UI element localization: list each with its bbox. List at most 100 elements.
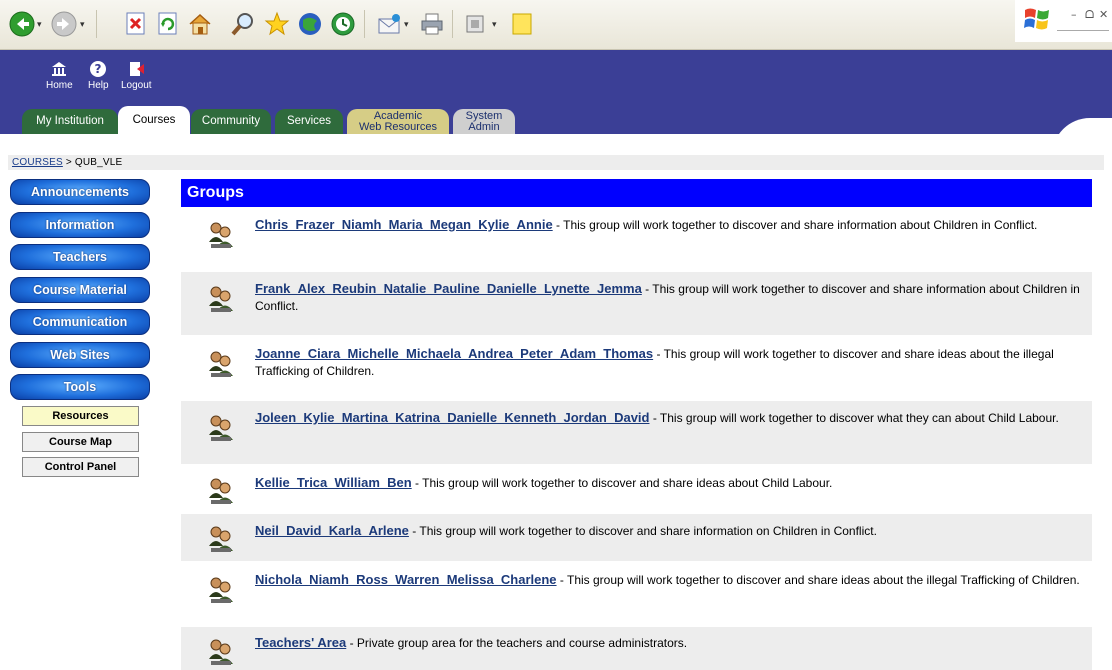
nav-help-label: Help [88, 80, 109, 91]
back-icon[interactable] [8, 10, 36, 38]
mail-dropdown-icon[interactable]: ▾ [404, 20, 409, 30]
header-curve [0, 118, 1112, 156]
tab-system-line2: Admin [468, 120, 500, 133]
close-icon[interactable]: ✕ [1099, 8, 1108, 21]
logout-icon [130, 62, 145, 76]
group-link[interactable]: Teachers' Area [255, 635, 346, 650]
breadcrumb-current: QUB_VLE [74, 157, 123, 168]
media-icon[interactable] [296, 10, 324, 38]
group-text: Joleen_Kylie_Martina_Katrina_Danielle_Ke… [255, 409, 1084, 427]
group-people-icon [206, 413, 236, 441]
institution-icon [52, 62, 67, 76]
groups-header: Groups [181, 179, 1092, 207]
group-description: - This group will work together to disco… [408, 524, 877, 538]
browser-toolbar: ▾ ▾ ▾ ▾ – ᗝ ✕ [0, 0, 1112, 50]
tab-services[interactable]: Services [275, 109, 343, 134]
mail-icon[interactable] [375, 10, 403, 38]
restore-icon[interactable]: ᗝ [1085, 8, 1094, 22]
group-row: Frank_Alex_Reubin_Natalie_Pauline_Daniel… [181, 272, 1092, 335]
tab-academic-line1: Academic [373, 109, 423, 122]
group-people-icon [206, 349, 236, 377]
tab-academic-web-resources[interactable]: Academic Web Resources [347, 109, 449, 134]
tab-community[interactable]: Community [191, 109, 271, 134]
edit-icon[interactable] [461, 10, 489, 38]
group-row: Joanne_Ciara_Michelle_Michaela_Andrea_Pe… [181, 337, 1092, 399]
tab-academic-line2: Web Resources [358, 120, 438, 133]
nav-home-label: Home [46, 80, 73, 91]
home-icon[interactable] [186, 10, 214, 38]
group-text: Chris_Frazer_Niamh_Maria_Megan_Kylie_Ann… [255, 216, 1084, 234]
stop-icon[interactable] [122, 10, 150, 38]
group-link[interactable]: Frank_Alex_Reubin_Natalie_Pauline_Daniel… [255, 281, 642, 296]
group-people-icon [206, 524, 236, 552]
menu-course-material[interactable]: Course Material [10, 277, 150, 303]
group-link[interactable]: Joleen_Kylie_Martina_Katrina_Danielle_Ke… [255, 410, 649, 425]
windows-logo-icon [1024, 8, 1049, 30]
menu-tools[interactable]: Tools [10, 374, 150, 400]
breadcrumb-courses-link[interactable]: COURSES [12, 157, 63, 168]
minimize-icon[interactable]: – [1071, 8, 1077, 21]
menu-information[interactable]: Information [10, 212, 150, 238]
nav-logout[interactable]: Logout [121, 60, 152, 91]
tab-courses[interactable]: Courses [118, 106, 190, 134]
group-link[interactable]: Joanne_Ciara_Michelle_Michaela_Andrea_Pe… [255, 346, 653, 361]
tab-system-admin[interactable]: System Admin [453, 109, 515, 134]
window-divider [1057, 30, 1109, 31]
group-description: - This group will work together to disco… [556, 573, 1080, 587]
edit-dropdown-icon[interactable]: ▾ [492, 20, 497, 30]
group-row: Kellie_Trica_William_Ben - This group wi… [181, 466, 1092, 512]
group-row: Neil_David_Karla_Arlene - This group wil… [181, 514, 1092, 561]
tab-system-line1: System [465, 109, 503, 122]
tab-my-institution[interactable]: My Institution [22, 109, 118, 134]
group-link[interactable]: Nichola_Niamh_Ross_Warren_Melissa_Charle… [255, 572, 557, 587]
group-text: Kellie_Trica_William_Ben - This group wi… [255, 474, 1084, 492]
group-people-icon [206, 284, 236, 312]
group-description: - This group will work together to disco… [649, 411, 1059, 425]
nav-home[interactable]: Home [46, 60, 73, 91]
print-icon[interactable] [418, 10, 446, 38]
group-description: - This group will work together to disco… [552, 218, 1038, 232]
note-icon[interactable] [508, 10, 536, 38]
toolbar-separator [452, 10, 453, 38]
favorites-icon[interactable] [263, 10, 291, 38]
breadcrumb-bar [8, 155, 1104, 170]
group-row: Joleen_Kylie_Martina_Katrina_Danielle_Ke… [181, 401, 1092, 464]
search-icon[interactable] [229, 10, 257, 38]
toolbar-separator [364, 10, 365, 38]
group-people-icon [206, 476, 236, 504]
group-people-icon [206, 575, 236, 603]
forward-icon[interactable] [50, 10, 78, 38]
group-text: Teachers' Area - Private group area for … [255, 634, 1084, 652]
menu-announcements[interactable]: Announcements [10, 179, 150, 205]
group-description: - This group will work together to disco… [411, 476, 833, 490]
nav-help[interactable]: ? Help [88, 60, 109, 91]
group-text: Nichola_Niamh_Ross_Warren_Melissa_Charle… [255, 571, 1084, 589]
back-dropdown-icon[interactable]: ▾ [37, 20, 42, 30]
history-icon[interactable] [329, 10, 357, 38]
group-link[interactable]: Chris_Frazer_Niamh_Maria_Megan_Kylie_Ann… [255, 217, 553, 232]
menu-teachers[interactable]: Teachers [10, 244, 150, 270]
tool-control-panel[interactable]: Control Panel [22, 457, 139, 477]
tool-course-map[interactable]: Course Map [22, 432, 139, 452]
group-text: Neil_David_Karla_Arlene - This group wil… [255, 522, 1084, 540]
breadcrumb: COURSES > QUB_VLE [12, 157, 122, 168]
svg-text:?: ? [95, 62, 102, 76]
windows-logo-area: – ᗝ ✕ [1015, 0, 1112, 42]
group-row: Nichola_Niamh_Ross_Warren_Melissa_Charle… [181, 563, 1092, 625]
group-link[interactable]: Neil_David_Karla_Arlene [255, 523, 409, 538]
help-icon: ? [90, 61, 107, 77]
menu-communication[interactable]: Communication [10, 309, 150, 335]
forward-dropdown-icon[interactable]: ▾ [80, 20, 85, 30]
refresh-icon[interactable] [154, 10, 182, 38]
group-description: - Private group area for the teachers an… [346, 636, 688, 650]
tool-resources[interactable]: Resources [22, 406, 139, 426]
toolbar-separator [96, 10, 97, 38]
group-text: Frank_Alex_Reubin_Natalie_Pauline_Daniel… [255, 280, 1084, 315]
group-people-icon [206, 220, 236, 248]
group-text: Joanne_Ciara_Michelle_Michaela_Andrea_Pe… [255, 345, 1084, 380]
group-people-icon [206, 637, 236, 665]
breadcrumb-separator: > [62, 157, 75, 168]
nav-logout-label: Logout [121, 80, 152, 91]
group-link[interactable]: Kellie_Trica_William_Ben [255, 475, 412, 490]
menu-web-sites[interactable]: Web Sites [10, 342, 150, 368]
